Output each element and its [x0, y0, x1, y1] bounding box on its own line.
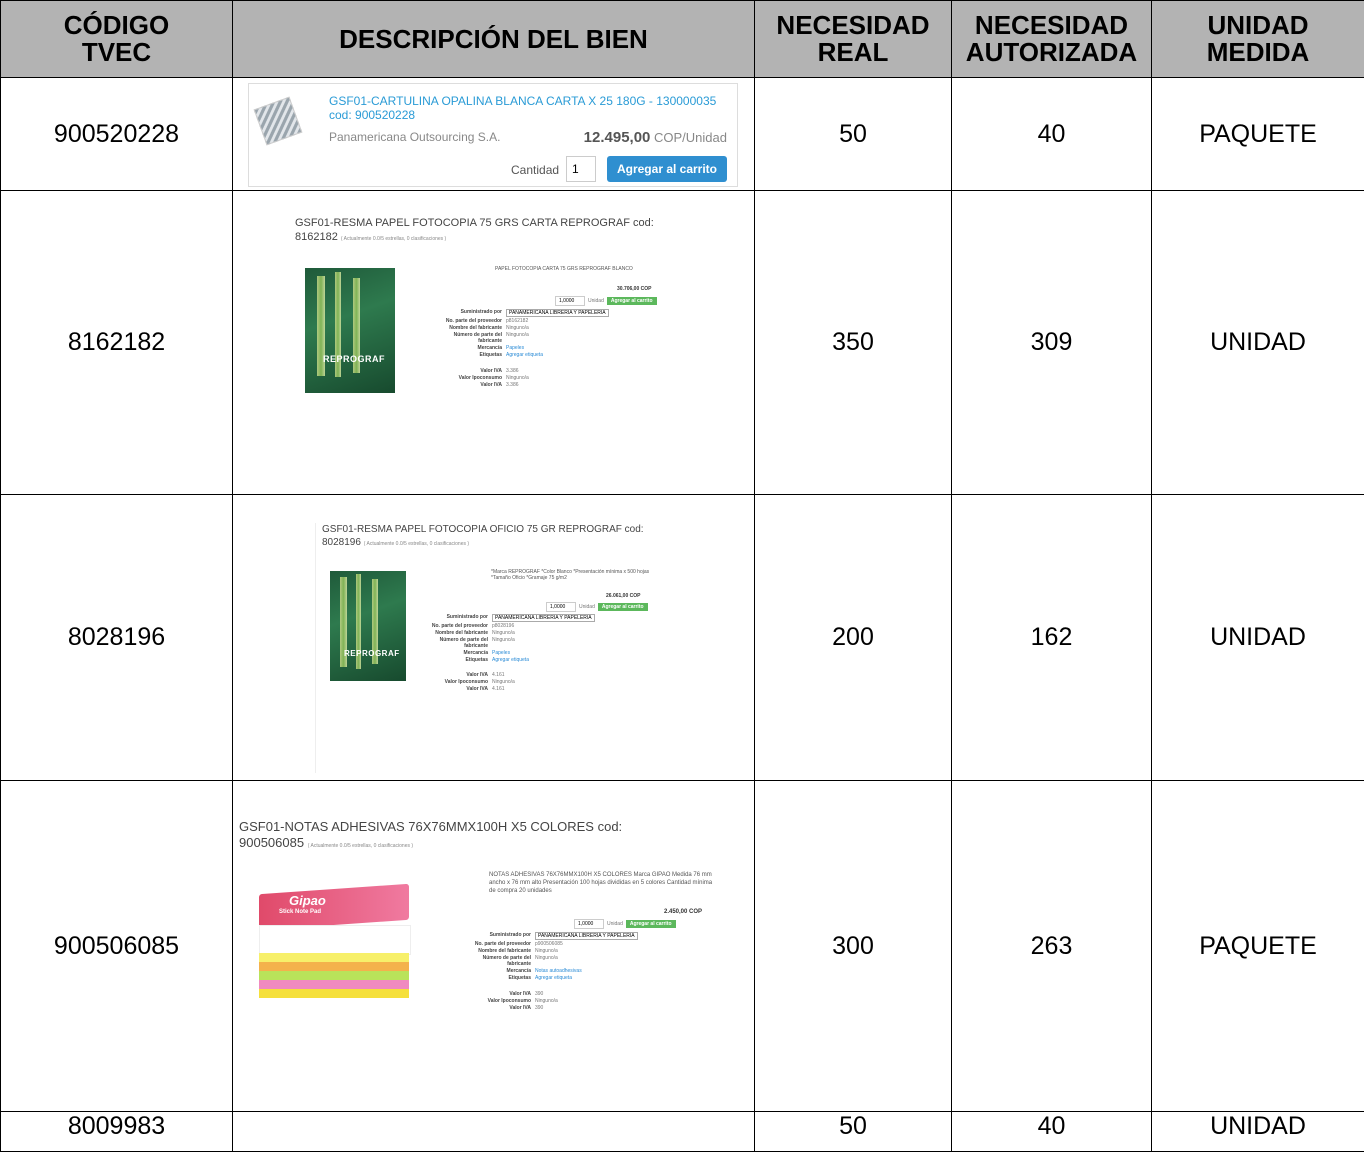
specs-list: Suministrado porPANAMERICANA LIBRERIA Y …	[469, 931, 638, 1012]
product-code: cod: 900520228	[329, 108, 415, 122]
add-tag-link[interactable]: Agregar etiqueta	[492, 657, 529, 663]
header-codigo: CÓDIGO TVEC	[1, 1, 233, 78]
quantity-input[interactable]: 1,0000	[574, 919, 604, 929]
add-tag-link[interactable]: Agregar etiqueta	[506, 352, 543, 358]
necesidad-autorizada-cell: 162	[952, 495, 1152, 781]
description-cell: GSF01-NOTAS ADHESIVAS 76X76MMX100H X5 CO…	[233, 781, 755, 1112]
unit-label: Unidad	[588, 298, 604, 304]
product-desc: *Marca REPROGRAF *Color Blanco *Presenta…	[491, 569, 651, 581]
product-card: GSF01-CARTULINA OPALINA BLANCA CARTA X 2…	[248, 83, 738, 187]
unidad-cell: UNIDAD	[1152, 191, 1364, 495]
codigo-cell: 8028196	[1, 495, 233, 781]
table-row: 8028196 GSF01-RESMA PAPEL FOTOCOPIA OFIC…	[1, 495, 1364, 781]
quantity-input[interactable]: 1,0000	[555, 296, 585, 306]
product-screenshot: GSF01-NOTAS ADHESIVAS 76X76MMX100H X5 CO…	[239, 819, 751, 1109]
add-to-cart-button[interactable]: Agregar al carrito	[607, 297, 657, 305]
necesidad-real-cell: 200	[755, 495, 952, 781]
table-row: 900506085 GSF01-NOTAS ADHESIVAS 76X76MMX…	[1, 781, 1364, 1112]
unidad-cell: UNIDAD	[1152, 495, 1364, 781]
necesidad-real-cell: 300	[755, 781, 952, 1112]
header-descripcion: DESCRIPCIÓN DEL BIEN	[233, 1, 755, 78]
product-price: 2.450,00 COP	[664, 909, 702, 915]
table-row: 8162182 GSF01-RESMA PAPEL FOTOCOPIA 75 G…	[1, 191, 1364, 495]
brand-logo: REPROGRAF	[344, 649, 400, 658]
product-desc: PAPEL FOTOCOPIA CARTA 75 GRS REPROGRAF B…	[495, 266, 633, 272]
product-title: GSF01-RESMA PAPEL FOTOCOPIA OFICIO 75 GR…	[316, 523, 666, 551]
pad-text: Stick Note Pad	[279, 909, 321, 915]
codigo-cell: 900520228	[1, 78, 233, 191]
brand-logo: REPROGRAF	[323, 354, 385, 364]
cart-controls: 1,0000 Unidad Agregar al carrito	[555, 296, 657, 306]
necesidad-real-cell: 50	[755, 1112, 952, 1152]
header-necesidad-real: NECESIDAD REAL	[755, 1, 952, 78]
rating-text: ( Actualmente 0.0/5 estrellas, 0 clasifi…	[341, 236, 446, 242]
header-necesidad-autorizada: NECESIDAD AUTORIZADA	[952, 1, 1152, 78]
header-row: CÓDIGO TVEC DESCRIPCIÓN DEL BIEN NECESID…	[1, 1, 1364, 78]
product-code: 900506085	[239, 835, 304, 850]
cart-controls: 1,0000 Unidad Agregar al carrito	[574, 919, 676, 929]
table-row: 900520228 GSF01-CARTULINA OPALINA BLANCA…	[1, 78, 1364, 191]
product-title[interactable]: GSF01-CARTULINA OPALINA BLANCA CARTA X 2…	[329, 94, 716, 108]
necesidad-real-cell: 50	[755, 78, 952, 191]
necesidad-autorizada-cell: 40	[952, 78, 1152, 191]
brand-logo: Gipao	[289, 893, 326, 908]
unidad-cell: PAQUETE	[1152, 781, 1364, 1112]
codigo-cell: 8162182	[1, 191, 233, 495]
necesidad-autorizada-cell: 40	[952, 1112, 1152, 1152]
description-cell: GSF01-RESMA PAPEL FOTOCOPIA 75 GRS CARTA…	[233, 191, 755, 495]
product-title: GSF01-RESMA PAPEL FOTOCOPIA 75 GRS CARTA…	[295, 216, 705, 246]
codigo-cell: 8009983	[1, 1112, 233, 1152]
needs-table: CÓDIGO TVEC DESCRIPCIÓN DEL BIEN NECESID…	[0, 0, 1364, 1152]
product-image: REPROGRAF	[305, 268, 395, 393]
necesidad-autorizada-cell: 263	[952, 781, 1152, 1112]
price-value: 12.495,00	[584, 129, 651, 146]
product-title: GSF01-NOTAS ADHESIVAS 76X76MMX100H X5 CO…	[239, 819, 751, 854]
product-code: 8028196	[322, 537, 361, 548]
add-to-cart-button[interactable]: Agregar al carrito	[626, 920, 676, 928]
specs-list: Suministrado porPANAMERICANA LIBRERIA Y …	[426, 613, 595, 693]
add-tag-link[interactable]: Agregar etiqueta	[535, 975, 572, 981]
unit-label: Unidad	[607, 921, 623, 927]
necesidad-autorizada-cell: 309	[952, 191, 1152, 495]
description-cell: GSF01-RESMA PAPEL FOTOCOPIA OFICIO 75 GR…	[233, 495, 755, 781]
product-desc: NOTAS ADHESIVAS 76X76MMX100H X5 COLORES …	[489, 871, 719, 895]
codigo-cell: 900506085	[1, 781, 233, 1112]
supplier-select[interactable]: PANAMERICANA LIBRERIA Y PAPELERIA	[535, 932, 638, 940]
price: 12.495,00 COP/Unidad	[584, 129, 727, 146]
product-thumbnail	[254, 97, 303, 146]
unidad-cell: PAQUETE	[1152, 78, 1364, 191]
supplier-select[interactable]: PANAMERICANA LIBRERIA Y PAPELERIA	[506, 309, 609, 317]
cart-controls: 1,0000 Unidad Agregar al carrito	[546, 602, 648, 612]
description-cell: GSF01-CARTULINA OPALINA BLANCA CARTA X 2…	[233, 78, 755, 191]
product-price: 30.706,00 COP	[617, 286, 651, 292]
product-image: REPROGRAF	[330, 571, 406, 681]
cantidad-label: Cantidad	[511, 163, 559, 177]
unidad-cell: UNIDAD	[1152, 1112, 1364, 1152]
product-screenshot: GSF01-RESMA PAPEL FOTOCOPIA 75 GRS CARTA…	[295, 216, 705, 488]
table-row: 8009983 50 40 UNIDAD	[1, 1112, 1364, 1152]
add-to-cart-button[interactable]: Agregar al carrito	[598, 603, 648, 611]
rating-text: ( Actualmente 0.0/5 estrellas, 0 clasifi…	[308, 843, 413, 849]
product-screenshot: GSF01-RESMA PAPEL FOTOCOPIA OFICIO 75 GR…	[315, 523, 666, 773]
supplier-select[interactable]: PANAMERICANA LIBRERIA Y PAPELERIA	[492, 614, 595, 622]
unit-label: Unidad	[579, 604, 595, 610]
rating-text: ( Actualmente 0.0/5 estrellas, 0 clasifi…	[364, 541, 469, 547]
product-code: 8162182	[295, 231, 338, 243]
specs-list: Suministrado porPANAMERICANA LIBRERIA Y …	[440, 308, 609, 389]
product-price: 26.061,00 COP	[606, 593, 640, 599]
product-image: Gipao Stick Note Pad	[259, 889, 409, 999]
necesidad-real-cell: 350	[755, 191, 952, 495]
header-unidad: UNIDAD MEDIDA	[1152, 1, 1364, 78]
price-unit: COP/Unidad	[654, 130, 727, 145]
quantity-input[interactable]: 1,0000	[546, 602, 576, 612]
quantity-input[interactable]: 1	[566, 156, 596, 182]
description-cell	[233, 1112, 755, 1152]
vendor-name: Panamericana Outsourcing S.A.	[329, 130, 500, 144]
add-to-cart-button[interactable]: Agregar al carrito	[607, 156, 727, 182]
